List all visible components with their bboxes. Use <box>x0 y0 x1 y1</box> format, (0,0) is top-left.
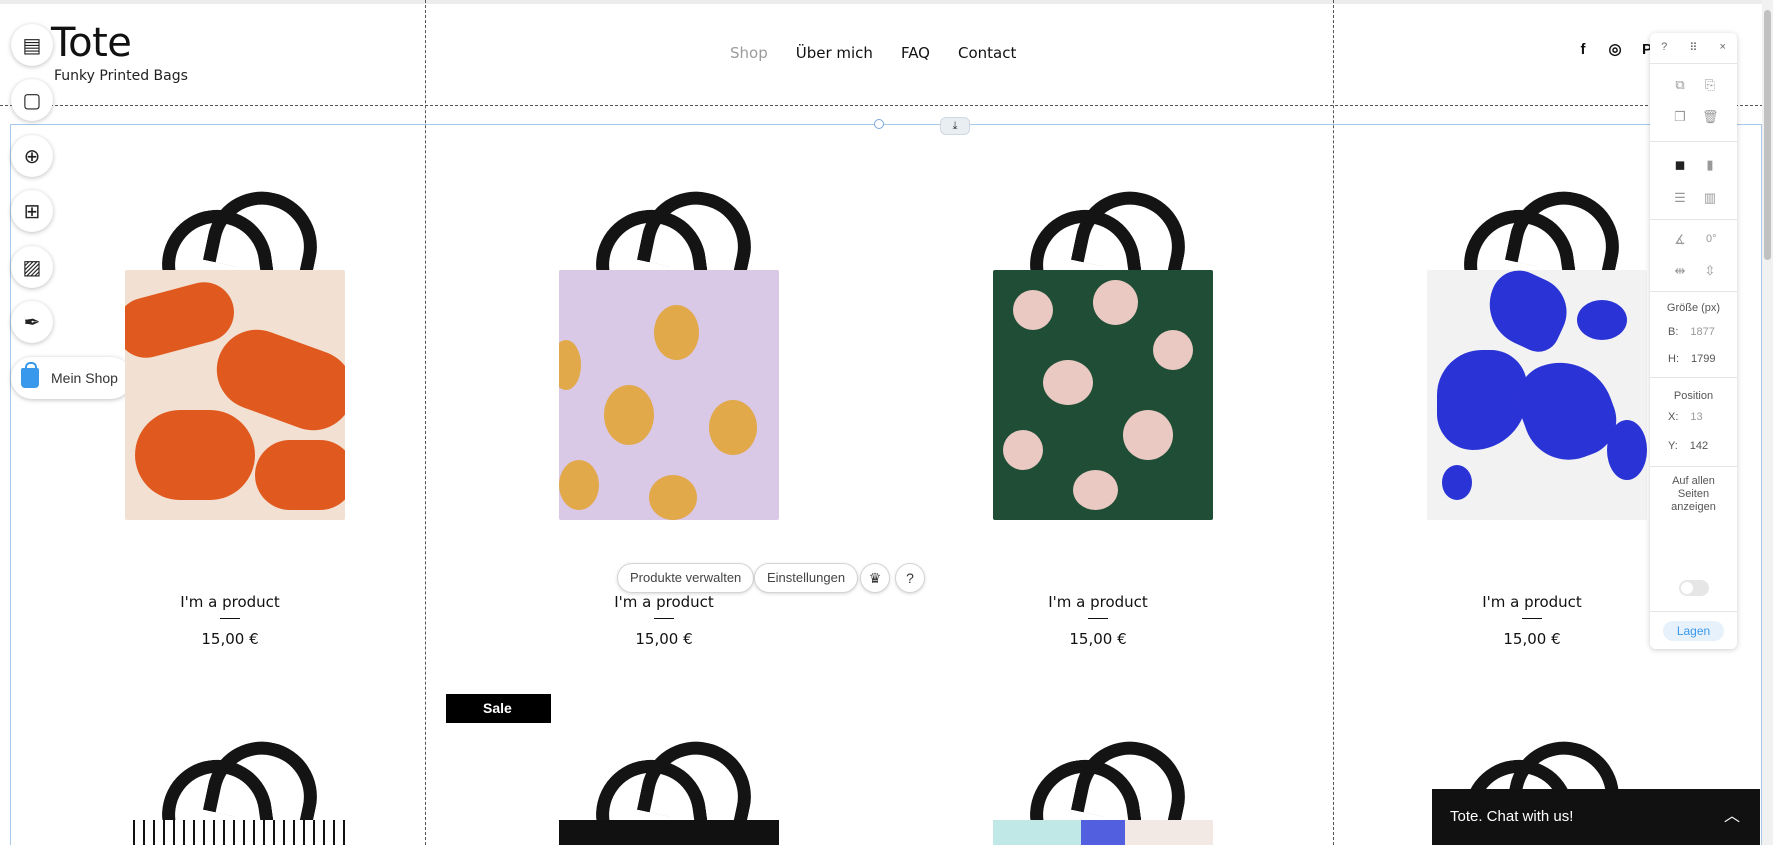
layers-button[interactable]: Lagen <box>1663 621 1724 641</box>
facebook-icon[interactable]: f <box>1574 41 1592 58</box>
divider <box>220 618 240 619</box>
divider <box>654 618 674 619</box>
product-image[interactable] <box>10 181 450 570</box>
chat-widget[interactable]: Tote. Chat with us! ︿ <box>1432 789 1760 845</box>
divider <box>1088 618 1108 619</box>
drag-handle-icon[interactable]: ⠿ <box>1689 41 1697 57</box>
tote-bag-blue <box>1427 270 1647 520</box>
show-on-all-pages-label: Auf allen Seiten anzeigen <box>1671 475 1716 513</box>
duplicate-icon[interactable]: ❐ <box>1672 109 1688 125</box>
tote-bag-orange <box>125 270 345 520</box>
help-icon: ? <box>906 570 914 586</box>
rotation-value[interactable]: 0° <box>1706 233 1717 245</box>
product-price: 15,00 € <box>635 630 693 648</box>
y-field[interactable]: Y: 142 <box>1668 440 1708 452</box>
site-tagline: Funky Printed Bags <box>54 68 188 84</box>
stretch-anchor-button[interactable]: ⤓ <box>940 117 970 135</box>
manage-products-button[interactable]: Produkte verwalten <box>617 563 755 593</box>
match-size-icon[interactable]: ▥ <box>1702 190 1718 206</box>
copy-icon[interactable]: ⧉ <box>1672 77 1688 93</box>
sale-badge: Sale <box>446 694 551 723</box>
position-label: Position <box>1673 390 1714 402</box>
tote-bag-green <box>993 270 1213 520</box>
site-logo[interactable]: Tote <box>51 20 132 66</box>
nav-item-about[interactable]: Über mich <box>796 44 873 62</box>
size-label: Größe (px) <box>1666 302 1721 314</box>
panel-help-icon[interactable]: ? <box>1661 41 1667 57</box>
upgrade-button[interactable]: ♛ <box>860 563 890 593</box>
scrollbar-thumb[interactable] <box>1764 10 1771 260</box>
square-icon: ▢ <box>22 89 42 112</box>
paste-icon[interactable]: ⎘ <box>1702 77 1718 93</box>
divider <box>1522 618 1542 619</box>
product-title[interactable]: I'm a product <box>10 593 450 611</box>
product-image[interactable] <box>444 181 884 570</box>
product-title[interactable]: I'm a product <box>444 593 884 611</box>
height-field[interactable]: H: 1799 <box>1668 353 1715 365</box>
trash-icon[interactable]: 🗑 <box>1702 109 1719 125</box>
instagram-icon[interactable]: ◎ <box>1606 40 1624 58</box>
header-guide <box>0 105 1773 106</box>
settings-button[interactable]: Einstellungen <box>754 563 859 593</box>
tote-bag-speckled[interactable] <box>125 820 345 845</box>
width-field[interactable]: B: 1877 <box>1668 326 1715 338</box>
help-button[interactable]: ? <box>895 563 925 593</box>
arrange-icon[interactable]: ◼ <box>1672 157 1688 173</box>
selection-handle[interactable] <box>874 119 884 129</box>
top-strip <box>0 0 1773 4</box>
distribute-icon[interactable]: ☰ <box>1672 190 1688 206</box>
product-image[interactable] <box>878 181 1318 570</box>
chat-label: Tote. Chat with us! <box>1450 808 1574 825</box>
plus-circle-icon: ⊕ <box>23 145 41 168</box>
show-on-all-pages-toggle[interactable] <box>1679 580 1709 596</box>
nav-item-shop[interactable]: Shop <box>730 44 768 62</box>
product-price: 15,00 € <box>201 630 259 648</box>
pages-tool-button[interactable]: ▤ <box>11 24 53 66</box>
inspector-panel: ? ⠿ × ⧉ ⎘ ❐ 🗑 ◼ ▮ ☰ ▥ ∡ 0° ⇹ ⇳ Größe (px… <box>1650 33 1737 649</box>
tote-bag-pastel[interactable] <box>993 820 1213 845</box>
social-bar: f ◎ P <box>1574 40 1656 59</box>
crown-icon: ♛ <box>868 570 882 586</box>
x-field[interactable]: X: 13 <box>1668 411 1703 423</box>
background-tool-button[interactable]: ▢ <box>11 79 53 121</box>
nav-item-contact[interactable]: Contact <box>958 44 1016 62</box>
chevron-up-icon[interactable]: ︿ <box>1724 789 1740 845</box>
rotate-icon[interactable]: ∡ <box>1672 232 1688 248</box>
close-icon[interactable]: × <box>1720 41 1726 57</box>
pages-icon: ▤ <box>22 34 42 57</box>
product-price: 15,00 € <box>1069 630 1127 648</box>
main-nav: Shop Über mich FAQ Contact <box>730 44 1016 62</box>
product-title[interactable]: I'm a product <box>878 593 1318 611</box>
add-tool-button[interactable]: ⊕ <box>11 135 53 177</box>
flip-vertical-icon[interactable]: ⇳ <box>1702 263 1718 279</box>
flip-horizontal-icon[interactable]: ⇹ <box>1672 263 1688 279</box>
align-icon[interactable]: ▮ <box>1702 157 1718 173</box>
tote-bag-lilac <box>559 270 779 520</box>
nav-item-faq[interactable]: FAQ <box>901 44 930 62</box>
tote-bag-black[interactable] <box>559 820 779 845</box>
